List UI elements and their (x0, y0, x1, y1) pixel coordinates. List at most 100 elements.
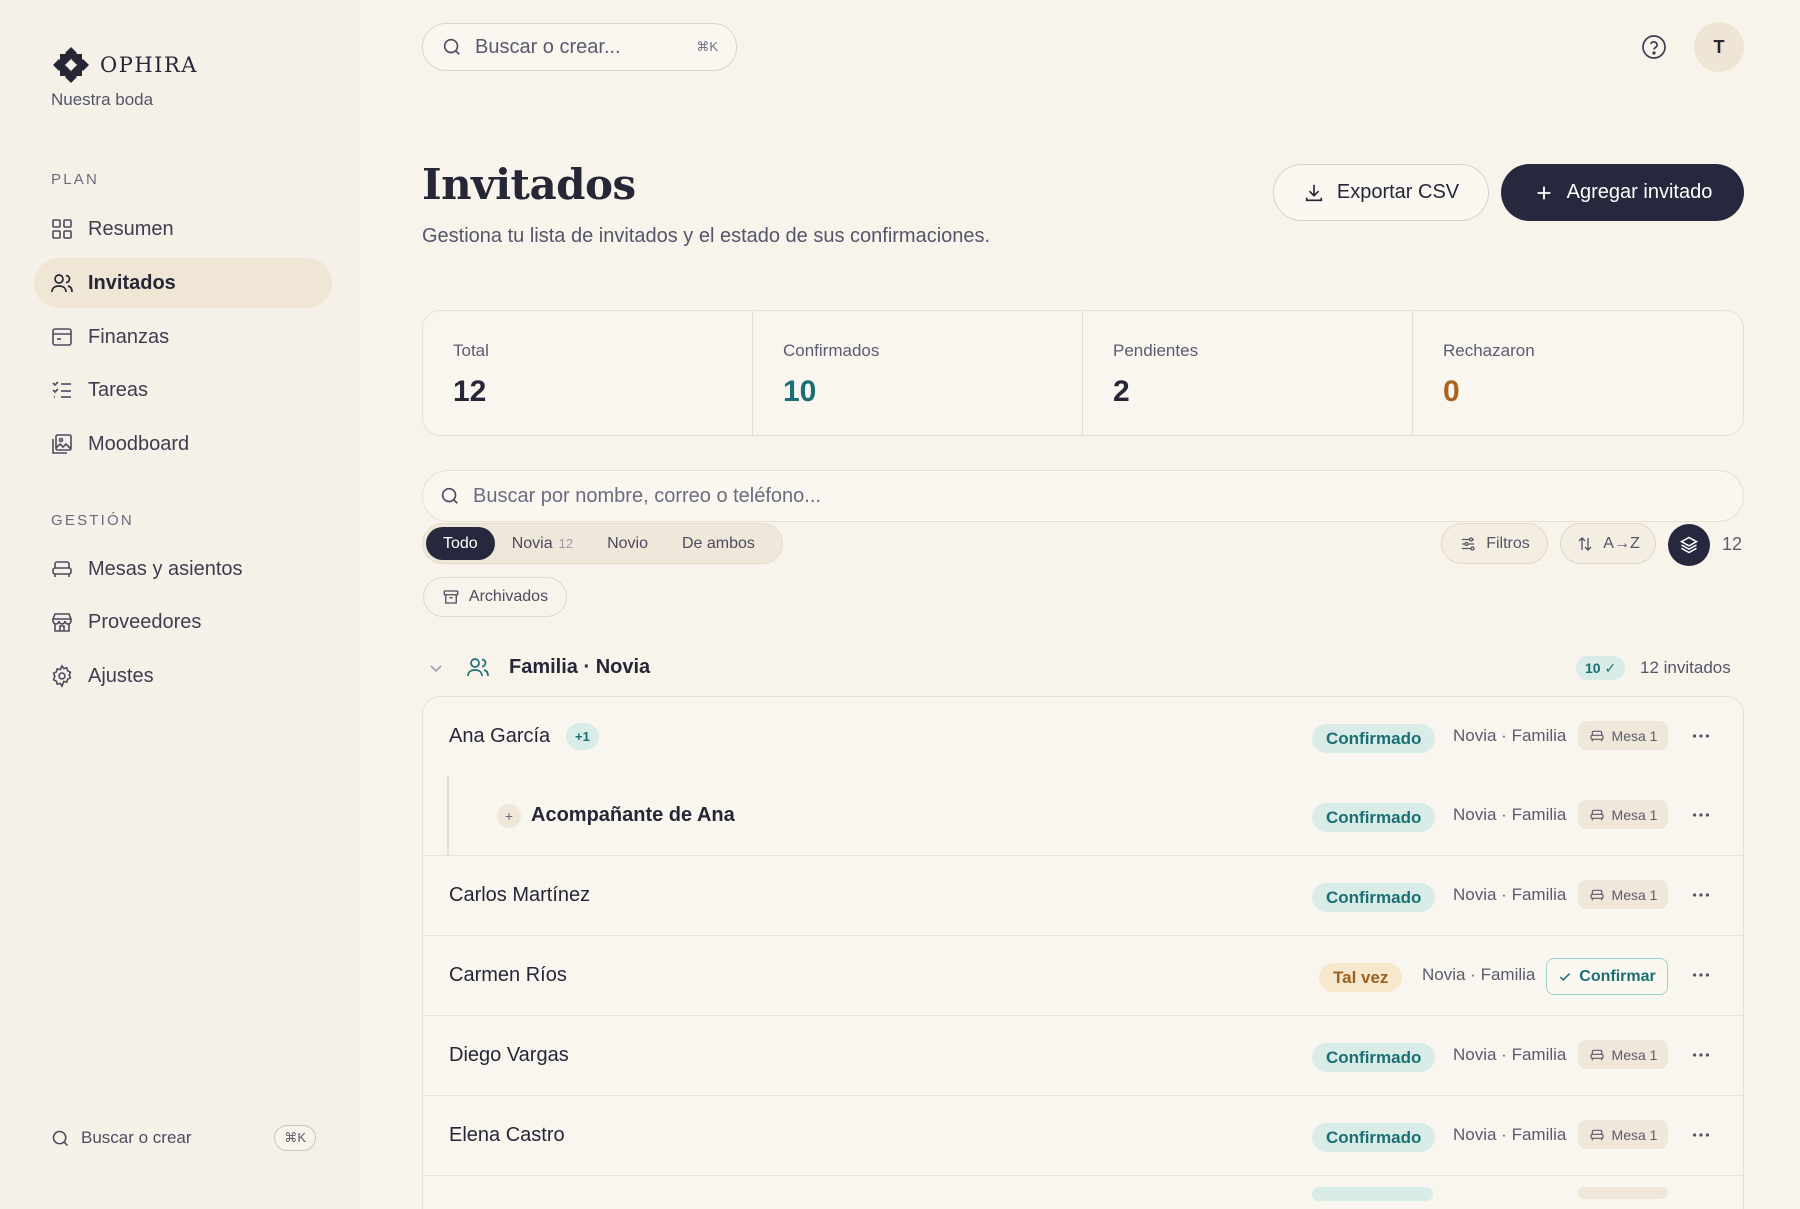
sidebar-search[interactable]: Buscar o crear ⌘K (50, 1122, 316, 1154)
more-options-icon[interactable] (1686, 1040, 1716, 1070)
guest-meta: Novia · Familia (1453, 885, 1567, 904)
tab-label: Todo (443, 534, 478, 552)
section-label-gestion: GESTIÓN (51, 512, 134, 529)
side-filter: Todo Novia 12 Novio De ambos (422, 523, 783, 564)
group-title: Familia · Novia (509, 656, 651, 678)
gear-icon (52, 664, 72, 688)
sofa-icon (1589, 730, 1604, 741)
status-badge: Confirmado (1312, 1123, 1436, 1152)
sofa-icon (1589, 889, 1604, 900)
guest-row[interactable]: Carlos Martínez Confirmado Novia · Famil… (423, 856, 1743, 936)
shortcut-badge: ⌘K (274, 1125, 316, 1151)
stat-total: Total 12 (423, 311, 753, 435)
more-options-icon[interactable] (1686, 960, 1716, 990)
sidebar-item-label: Tareas (88, 378, 149, 401)
sidebar-item-label: Resumen (88, 217, 174, 240)
guest-meta: Novia · Familia (1453, 805, 1567, 824)
guest-row[interactable]: Elena Castro Confirmado Novia · Familia … (423, 1096, 1743, 1176)
group-toggle-button[interactable] (1668, 524, 1710, 566)
table-chip[interactable]: Mesa 1 (1578, 880, 1668, 909)
search-icon (443, 38, 460, 55)
table-chip-partial (1578, 1187, 1668, 1199)
guest-search-input[interactable]: Buscar por nombre, correo o teléfono... (422, 470, 1744, 522)
stat-label: Pendientes (1113, 341, 1199, 360)
add-guest-button[interactable]: Agregar invitado (1501, 164, 1744, 221)
sidebar-item-moodboard[interactable]: Moodboard (34, 419, 332, 469)
group-count: 12 invitados (1640, 658, 1731, 677)
tab-label: Novio (607, 534, 648, 552)
guest-row[interactable]: Diego Vargas Confirmado Novia · Familia … (423, 1016, 1743, 1096)
more-icon (1692, 813, 1710, 817)
guest-meta: Novia · Familia (1422, 965, 1536, 984)
wallet-icon (52, 328, 72, 346)
stat-value: 0 (1443, 375, 1460, 408)
stat-confirmados: Confirmados 10 (753, 311, 1083, 435)
more-options-icon[interactable] (1686, 1120, 1716, 1150)
table-chip[interactable]: Mesa 1 (1578, 800, 1668, 829)
confirmed-badge: 10 ✓ (1576, 656, 1626, 680)
results-count: 12 (1722, 534, 1743, 554)
more-options-icon[interactable] (1686, 880, 1716, 910)
sidebar-item-tareas[interactable]: Tareas (34, 365, 332, 415)
guest-meta: Novia · Familia (1453, 1045, 1567, 1064)
sidebar-item-mesas[interactable]: Mesas y asientos (34, 544, 332, 594)
export-csv-label: Exportar CSV (1336, 181, 1460, 203)
chevron-down-icon[interactable] (426, 658, 446, 678)
table-chip[interactable]: Mesa 1 (1578, 1120, 1668, 1149)
tab-todo[interactable]: Todo (426, 527, 495, 560)
table-chip[interactable]: Mesa 1 (1578, 721, 1668, 750)
sort-button[interactable]: A→Z (1560, 523, 1656, 564)
guest-row-companion[interactable]: + Acompañante de Ana Confirmado Novia · … (423, 776, 1743, 856)
status-badge: Confirmado (1312, 883, 1436, 912)
sofa-icon (52, 561, 72, 577)
sidebar-item-finanzas[interactable]: Finanzas (34, 312, 332, 362)
users-icon (467, 658, 489, 677)
group-header[interactable]: Familia · Novia 10 ✓ 12 invitados (426, 650, 1744, 686)
sidebar-item-proveedores[interactable]: Proveedores (34, 597, 332, 647)
help-icon[interactable] (1640, 33, 1668, 61)
sidebar-item-label: Mesas y asientos (88, 557, 243, 580)
avatar[interactable]: T (1694, 22, 1744, 72)
grid-icon (52, 219, 72, 239)
nesting-line (447, 776, 449, 856)
sidebar-item-resumen[interactable]: Resumen (34, 204, 332, 254)
filters-button[interactable]: Filtros (1441, 523, 1548, 564)
more-options-icon[interactable] (1686, 800, 1716, 830)
table-chip[interactable]: Mesa 1 (1578, 1040, 1668, 1069)
sidebar-item-invitados[interactable]: Invitados (34, 258, 332, 308)
table-label: Mesa 1 (1611, 806, 1658, 823)
wedding-name: Nuestra boda (51, 90, 154, 109)
archive-icon (443, 590, 459, 604)
sidebar-item-label: Finanzas (88, 325, 170, 348)
guest-name: Carmen Ríos (449, 964, 567, 986)
tab-de-ambos[interactable]: De ambos (665, 527, 772, 560)
tab-novia[interactable]: Novia 12 (495, 527, 590, 560)
confirm-label: Confirmar (1579, 967, 1656, 985)
guest-row-partial (423, 1175, 1743, 1209)
export-csv-button[interactable]: Exportar CSV (1273, 164, 1489, 221)
ophira-logo-icon (53, 47, 89, 83)
archived-button[interactable]: Archivados (423, 577, 567, 617)
guest-name: Ana García (449, 725, 551, 747)
table-label: Mesa 1 (1611, 1046, 1658, 1063)
guest-row[interactable]: Ana García +1 Confirmado Novia · Familia… (423, 697, 1743, 777)
plus-icon (1537, 186, 1551, 199)
status-badge-partial (1312, 1187, 1433, 1201)
confirm-button[interactable]: Confirmar (1546, 958, 1668, 995)
users-icon (51, 274, 73, 293)
guest-row[interactable]: Carmen Ríos Tal vez Novia · Familia Conf… (423, 936, 1743, 1016)
global-search-placeholder: Buscar o crear... (475, 35, 621, 58)
section-label-plan: PLAN (51, 171, 99, 188)
search-icon (441, 487, 458, 504)
stat-label: Rechazaron (1443, 341, 1535, 360)
tab-novio[interactable]: Novio (590, 527, 665, 560)
stat-value: 10 (783, 375, 817, 408)
guest-list: Ana García +1 Confirmado Novia · Familia… (422, 696, 1744, 1209)
sidebar-item-ajustes[interactable]: Ajustes (34, 651, 332, 701)
app-root: OPHIRA Nuestra boda PLAN Resumen Invitad… (0, 0, 1800, 1209)
more-options-icon[interactable] (1686, 721, 1716, 751)
brand[interactable]: OPHIRA (50, 44, 198, 86)
global-search[interactable]: Buscar o crear... ⌘K (422, 23, 737, 71)
table-label: Mesa 1 (1611, 727, 1658, 744)
more-icon (1692, 1133, 1710, 1137)
